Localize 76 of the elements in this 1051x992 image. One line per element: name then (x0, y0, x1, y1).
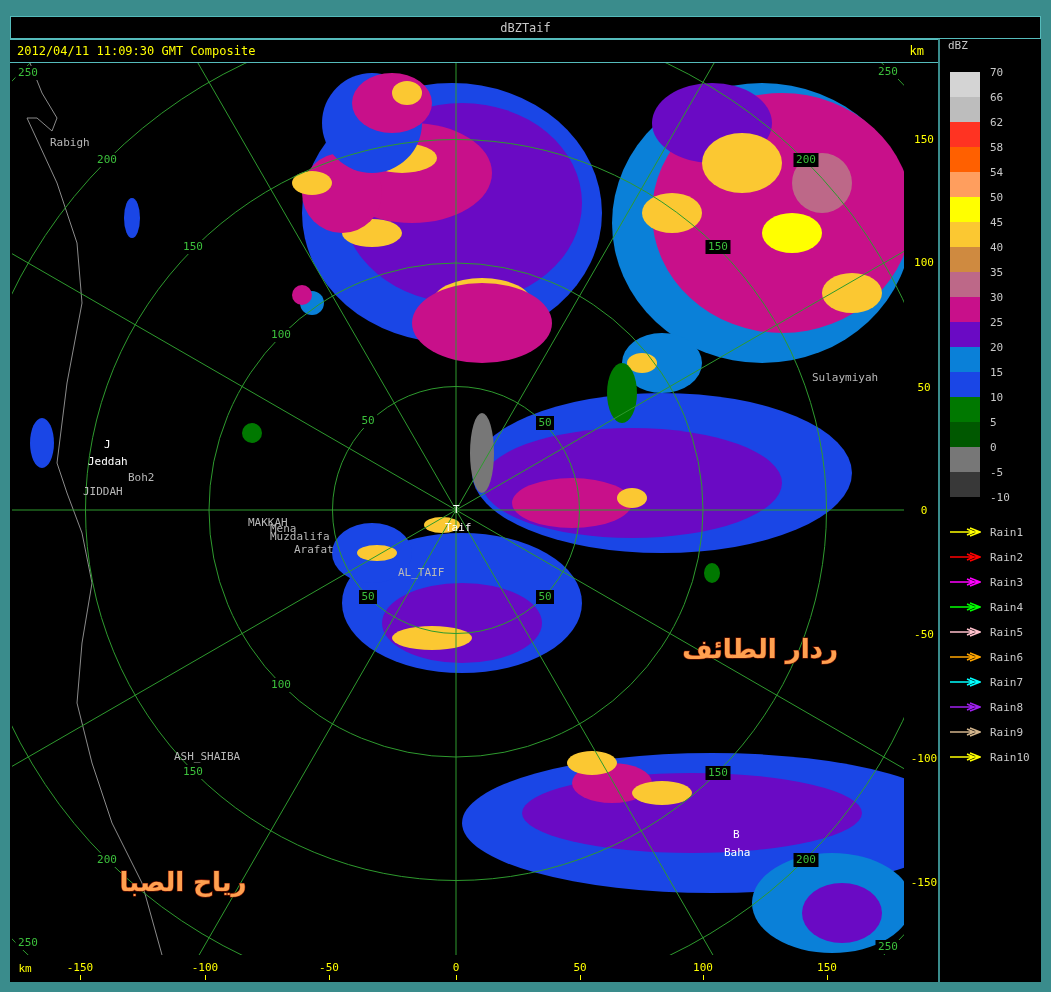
range-ring-label: 200 (793, 853, 819, 867)
window-title: dBZTaif (500, 20, 551, 35)
range-ring-label: 250 (875, 940, 901, 954)
axis-label: 50 (917, 380, 931, 394)
scale-label: 54 (990, 164, 1005, 181)
axis-label: -150 (66, 960, 94, 974)
scale-label: 25 (990, 314, 1005, 331)
axis-label: -150 (910, 875, 938, 889)
scale-label: 15 (990, 364, 1005, 381)
range-ring-label: 200 (793, 153, 819, 167)
range-ring-label: 250 (15, 66, 41, 80)
scale-label: 70 (990, 64, 1005, 81)
axis-label: 0 (920, 503, 928, 517)
axis-label: -100 (191, 960, 219, 974)
overlay-caption: ردار الطائف (682, 633, 838, 664)
range-ring-label: 50 (359, 590, 377, 604)
place-label: Sulaymiyah (812, 371, 879, 384)
scale-label: 40 (990, 239, 1005, 256)
place-label: Arafat (294, 543, 334, 556)
place-label: J (104, 438, 111, 451)
overlay-caption: رياح الصبا (119, 866, 247, 897)
place-label: JIDDAH (83, 485, 123, 498)
place-label: Jeddah (88, 455, 128, 468)
scale-label: 20 (990, 339, 1005, 356)
place-label: T (453, 503, 460, 516)
place-label: B (733, 828, 740, 841)
track-label: Rain9 (990, 725, 1024, 739)
range-ring-label: 150 (705, 240, 731, 254)
track-label: Rain1 (990, 525, 1024, 539)
scale-label: 66 (990, 89, 1005, 106)
track-label: Rain2 (990, 550, 1024, 564)
track-label: Rain4 (990, 600, 1024, 614)
scale-label: 50 (990, 189, 1005, 206)
scale-label: 5 (990, 414, 998, 431)
scale-label: 62 (990, 114, 1005, 131)
range-ring-label: 50 (536, 590, 554, 604)
scale-label: 58 (990, 139, 1005, 156)
scale-label: 35 (990, 264, 1005, 281)
range-ring-label: 50 (359, 414, 377, 428)
storm-echo-drawing (704, 563, 720, 583)
track-label: Rain10 (990, 750, 1030, 764)
storm-echo-drawing (242, 423, 262, 443)
scale-label: -10 (990, 489, 1010, 506)
track-label: Rain3 (990, 575, 1024, 589)
axis-label: 0 (452, 960, 460, 974)
axis-label: 100 (693, 960, 713, 974)
track-label: Rain5 (990, 625, 1024, 639)
scale-label: -5 (990, 464, 1005, 481)
place-label: ASH_SHAIBA (174, 750, 241, 763)
axis-unit: km (18, 961, 32, 975)
range-ring-label: 150 (705, 766, 731, 780)
range-ring-label: 250 (875, 65, 901, 79)
axis-label: 150 (817, 960, 837, 974)
track-label: Rain7 (990, 675, 1024, 689)
scale-label: 10 (990, 389, 1005, 406)
storm-echo-drawing (124, 198, 140, 238)
range-ring-label: 50 (536, 416, 554, 430)
axis-label: 100 (914, 255, 934, 269)
place-label: Baha (724, 846, 751, 859)
timestamp: 2012/04/11 11:09:30 GMT Composite (17, 44, 256, 58)
scale-label: 30 (990, 289, 1005, 306)
place-label: Boh2 (128, 471, 155, 484)
axis-label: -50 (914, 627, 934, 641)
legend-title: dBZ (947, 38, 968, 52)
axis-label: -100 (910, 751, 938, 765)
storm-echo-drawing (30, 418, 54, 468)
unit-label: km (909, 44, 924, 58)
axis-label: -50 (319, 960, 339, 974)
axis-label: 150 (914, 132, 934, 146)
track-label: Rain6 (990, 650, 1024, 664)
scale-label: 45 (990, 214, 1005, 231)
axis-label: 50 (573, 960, 587, 974)
place-label: Taif (445, 521, 472, 534)
place-label: Rabigh (50, 136, 90, 149)
track-label: Rain8 (990, 700, 1024, 714)
scale-label: 0 (990, 439, 998, 456)
